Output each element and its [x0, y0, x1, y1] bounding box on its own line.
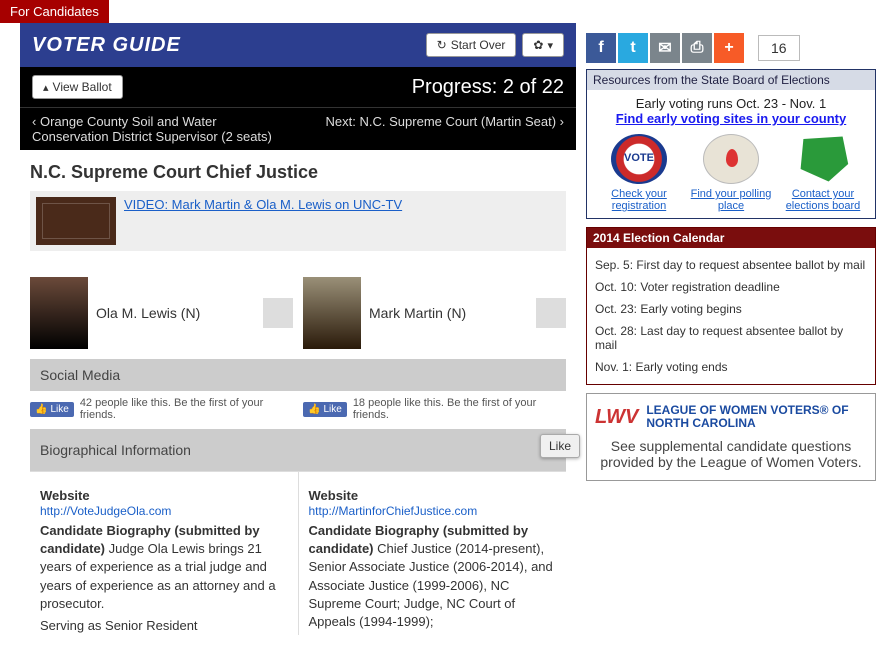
candidate-card: Ola M. Lewis (N): [30, 277, 293, 349]
map-pin-icon: [703, 134, 759, 184]
fb-like-button[interactable]: 👍Like: [303, 402, 347, 417]
early-voting-dates: Early voting runs Oct. 23 - Nov. 1: [593, 96, 869, 111]
candidate-photo: [30, 277, 88, 349]
plus-icon: +: [724, 39, 733, 57]
share-more-button[interactable]: +: [714, 33, 744, 63]
lwv-text: See supplemental candidate questions pro…: [595, 438, 867, 470]
bio-right: Website http://MartinforChiefJustice.com…: [299, 472, 567, 635]
race-title: N.C. Supreme Court Chief Justice: [20, 150, 576, 191]
bio-left: Website http://VoteJudgeOla.com Candidat…: [30, 472, 299, 635]
like-count-text: 42 people like this. Be the first of you…: [80, 397, 293, 421]
print-button[interactable]: ⎙: [682, 33, 712, 63]
candidate-photo: [303, 277, 361, 349]
resources-header: Resources from the State Board of Electi…: [587, 70, 875, 90]
candidate-website-link[interactable]: http://MartinforChiefJustice.com: [309, 504, 478, 518]
thumbs-up-icon: 👍: [308, 404, 320, 415]
thumbs-up-icon: 👍: [35, 404, 47, 415]
video-thumbnail[interactable]: [36, 197, 116, 245]
candidate-card: Mark Martin (N): [303, 277, 566, 349]
main-column: VOTER GUIDE ↻Start Over ✿▾ ▴View Ballot …: [20, 23, 576, 635]
print-icon: ⎙: [691, 39, 704, 57]
start-over-button[interactable]: ↻Start Over: [426, 33, 517, 57]
polling-place-link[interactable]: Find your polling place: [688, 134, 774, 212]
video-row: VIDEO: Mark Martin & Ola M. Lewis on UNC…: [30, 191, 566, 251]
share-bar: f t ✉ ⎙ + 16: [586, 33, 876, 63]
early-voting-link[interactable]: Find early voting sites in your county: [616, 111, 846, 126]
resources-panel: Resources from the State Board of Electi…: [586, 69, 876, 219]
candidate-website-link[interactable]: http://VoteJudgeOla.com: [40, 504, 171, 518]
guide-title: VOTER GUIDE: [32, 34, 181, 57]
chevron-right-icon: ›: [560, 114, 564, 129]
candidate-select-checkbox[interactable]: [263, 298, 293, 328]
website-label: Website: [40, 488, 288, 503]
floating-like-button[interactable]: Like: [540, 434, 580, 458]
calendar-list: Sep. 5: First day to request absentee ba…: [587, 248, 875, 384]
website-label: Website: [309, 488, 557, 503]
calendar-header: 2014 Election Calendar: [587, 228, 875, 248]
calendar-item: Oct. 10: Voter registration deadline: [595, 276, 867, 298]
for-candidates-tab[interactable]: For Candidates: [0, 0, 109, 23]
share-count: 16: [758, 35, 800, 61]
view-ballot-button[interactable]: ▴View Ballot: [32, 75, 123, 99]
caret-up-icon: ▴: [43, 81, 49, 94]
progress-text: Progress: 2 of 22: [412, 76, 564, 99]
next-race-link[interactable]: Next: N.C. Supreme Court (Martin Seat) ›: [309, 114, 564, 144]
share-twitter-button[interactable]: t: [618, 33, 648, 63]
social-like-row: 👍Like 42 people like this. Be the first …: [30, 397, 566, 421]
video-link[interactable]: VIDEO: Mark Martin & Ola M. Lewis on UNC…: [124, 197, 402, 212]
refresh-icon: ↻: [437, 38, 447, 52]
bio-section: Website http://VoteJudgeOla.com Candidat…: [30, 471, 566, 635]
chevron-left-icon: ‹: [32, 114, 36, 129]
sidebar: f t ✉ ⎙ + 16 Resources from the State Bo…: [586, 33, 876, 635]
race-nav: ‹ Orange County Soil and Water Conservat…: [20, 107, 576, 150]
candidate-name: Mark Martin (N): [369, 305, 528, 321]
lwv-logo-icon: LWV: [595, 406, 638, 429]
fb-like-button[interactable]: 👍Like: [30, 402, 74, 417]
share-facebook-button[interactable]: f: [586, 33, 616, 63]
facebook-icon: f: [598, 39, 603, 57]
bio-header[interactable]: Biographical Information −: [30, 429, 566, 471]
caret-down-icon: ▾: [547, 39, 553, 52]
lwv-panel[interactable]: LWV LEAGUE OF WOMEN VOTERS® OF NORTH CAR…: [586, 393, 876, 481]
calendar-item: Oct. 28: Last day to request absentee ba…: [595, 320, 867, 356]
social-media-header: Social Media: [30, 359, 566, 391]
county-shape-icon: [795, 134, 851, 184]
share-email-button[interactable]: ✉: [650, 33, 680, 63]
prev-race-link[interactable]: ‹ Orange County Soil and Water Conservat…: [32, 114, 287, 144]
lwv-name: LEAGUE OF WOMEN VOTERS® OF NORTH CAROLIN…: [646, 404, 867, 430]
like-count-text: 18 people like this. Be the first of you…: [353, 397, 566, 421]
guide-header: VOTER GUIDE ↻Start Over ✿▾: [20, 23, 576, 67]
elections-board-link[interactable]: Contact your elections board: [780, 134, 866, 212]
mail-icon: ✉: [658, 38, 671, 58]
gear-icon: ✿: [533, 38, 543, 52]
calendar-item: Sep. 5: First day to request absentee ba…: [595, 254, 867, 276]
candidate-name: Ola M. Lewis (N): [96, 305, 255, 321]
calendar-panel: 2014 Election Calendar Sep. 5: First day…: [586, 227, 876, 385]
vote-icon: [611, 134, 667, 184]
progress-bar: ▴View Ballot Progress: 2 of 22: [20, 67, 576, 107]
settings-button[interactable]: ✿▾: [522, 33, 564, 57]
calendar-item: Nov. 1: Early voting ends: [595, 356, 867, 378]
candidate-select-checkbox[interactable]: [536, 298, 566, 328]
check-registration-link[interactable]: Check your registration: [596, 134, 682, 212]
calendar-item: Oct. 23: Early voting begins: [595, 298, 867, 320]
twitter-icon: t: [630, 39, 635, 57]
candidate-row: Ola M. Lewis (N) Mark Martin (N): [30, 277, 566, 349]
